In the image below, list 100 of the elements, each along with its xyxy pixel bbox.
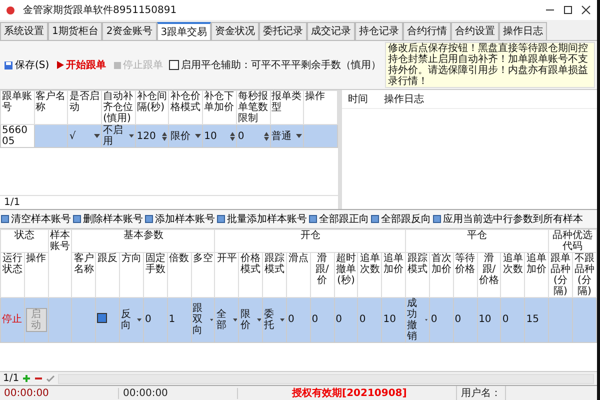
tool-icon — [1, 214, 9, 223]
tab[interactable]: 资金状况 — [211, 22, 260, 40]
toolbar-button[interactable]: 删除样本账号 — [72, 210, 144, 227]
tool-icon — [433, 214, 441, 223]
column-header: 样本账号 — [48, 229, 72, 298]
status-field: 00:00:00 — [119, 388, 238, 398]
column-header: 跟反 — [96, 252, 120, 298]
tab[interactable]: 成交记录 — [307, 22, 356, 40]
tool-icon — [371, 214, 379, 223]
column-header: 跟踪模式 — [406, 252, 430, 298]
spin-arrows-icon — [264, 132, 268, 140]
group-header: 状态 — [0, 229, 48, 252]
column-header: 滑跟/价格 — [477, 252, 501, 298]
tab[interactable]: 合约行情 — [403, 22, 452, 40]
column-header: 时间 — [348, 92, 368, 106]
table-cell: 566005 — [2, 125, 28, 147]
tab[interactable]: 3跟单交易 — [156, 22, 212, 40]
column-header: 超时撤单(秒) — [334, 252, 358, 298]
column-header: 追单加价 — [382, 252, 406, 298]
column-header: 滑跟/价 — [310, 252, 334, 298]
column-header: 操作日志 — [384, 92, 424, 106]
caret-icon — [195, 134, 202, 138]
page-indicator: 1/1 — [3, 373, 20, 384]
column-header: 追单次数 — [500, 252, 525, 298]
add-icon[interactable] — [22, 374, 32, 383]
tool-icon — [217, 214, 225, 223]
app-icon — [6, 6, 15, 14]
caret-icon — [256, 318, 262, 322]
tab[interactable]: 1期货柜台 — [48, 22, 102, 40]
tab[interactable]: 系统设置 — [0, 22, 48, 40]
column-header: 方向 — [120, 252, 144, 298]
checkbox[interactable] — [97, 313, 108, 324]
column-header: 追单次数 — [358, 252, 382, 298]
column-header: 补仓价格模式 — [168, 90, 203, 124]
toolbar-button[interactable]: 批量添加样本账号 — [216, 210, 308, 227]
column-header: 每秒报单笔数限制 — [236, 90, 270, 124]
column-header: 跟单品种(分隔) — [548, 252, 572, 298]
group-header: 开仓 — [214, 229, 406, 252]
tab[interactable]: 合约设置 — [451, 22, 500, 40]
dropdown-cell[interactable]: 成功撤销 — [407, 298, 428, 342]
toolbar-button[interactable]: 清空样本账号 — [0, 210, 72, 227]
column-header: 开平 — [214, 252, 239, 298]
tab[interactable]: 委托记录 — [259, 22, 308, 40]
play-icon — [57, 61, 64, 69]
horizontal-scrollbar[interactable] — [58, 374, 594, 384]
tool-icon — [73, 214, 81, 223]
window-title: 金管家期货跟单软件8951150891 — [23, 4, 177, 17]
column-header: 客户名称 — [34, 90, 68, 124]
column-header: 是否启动 — [68, 90, 102, 124]
column-header: 固定手数 — [143, 252, 168, 298]
column-header: 补仓间隔(秒) — [135, 90, 169, 124]
toolbar-button[interactable]: 全部跟反向 — [370, 210, 432, 227]
status-field: 用户名： — [457, 386, 506, 400]
status-field: 授权有效期[20210908] — [288, 386, 457, 400]
caret-icon — [280, 318, 285, 322]
column-header: 价格模式 — [238, 252, 263, 298]
column-header: 自动补齐仓位(慎用) — [102, 90, 136, 124]
spin-arrows-icon — [162, 132, 168, 140]
close-assist-checkbox[interactable]: 启用平仓辅助：可平不平平剩余手数（慎用） — [169, 58, 382, 72]
tab[interactable]: 2资金账号 — [102, 22, 157, 40]
tool-icon — [309, 214, 317, 223]
column-header: 报单类型 — [270, 90, 304, 124]
save-icon — [4, 60, 13, 70]
column-header: 操作 — [24, 252, 48, 298]
caret-icon — [296, 134, 302, 138]
page-indicator: 1/1 — [4, 196, 20, 208]
toolbar-button[interactable]: 全部跟正向 — [308, 210, 370, 227]
toolbar-button[interactable]: 添加样本账号 — [144, 210, 216, 227]
spin-arrows-icon — [230, 132, 235, 140]
group-header: 基本参数 — [72, 229, 215, 252]
tool-icon — [145, 214, 153, 223]
start-follow-button[interactable]: 开始跟单 — [55, 57, 108, 73]
column-header: 追单加价 — [524, 252, 549, 298]
caret-icon — [232, 318, 238, 322]
column-header: 等待价格 — [453, 252, 478, 298]
column-header: 操作 — [304, 90, 338, 124]
caret-icon — [128, 134, 134, 138]
group-header: 品种优选代码 — [548, 229, 596, 252]
checkbox[interactable] — [169, 60, 180, 70]
dropdown-cell[interactable]: 不启用 — [103, 125, 134, 147]
column-header: 跟踪模式 — [262, 252, 286, 298]
column-header: 运行状态 — [0, 252, 24, 298]
tab[interactable]: 操作日志 — [499, 22, 548, 40]
column-header: 滑点 — [286, 252, 310, 298]
tab[interactable]: 持仓记录 — [355, 22, 404, 40]
column-header: 不跟品种(分隔) — [572, 252, 596, 298]
column-header: 首次加价 — [429, 252, 454, 298]
toolbar-button[interactable]: 应用当前选中行参数到所有样本 — [432, 210, 584, 227]
column-header: 跟单账号 — [0, 90, 34, 124]
status-cell: 停止 — [2, 314, 22, 326]
column-header: 补仓下单加价 — [202, 90, 236, 124]
caret-icon — [94, 134, 100, 138]
save-button[interactable]: 保存(S) — [2, 57, 52, 73]
column-header: 客户名称 — [72, 252, 96, 298]
column-header: 倍数 — [167, 252, 192, 298]
maximize-icon[interactable] — [563, 5, 573, 15]
close-icon[interactable] — [581, 5, 591, 15]
group-header: 平仓 — [406, 229, 549, 252]
column-header: 多空 — [191, 252, 215, 298]
caret-icon — [137, 318, 142, 322]
